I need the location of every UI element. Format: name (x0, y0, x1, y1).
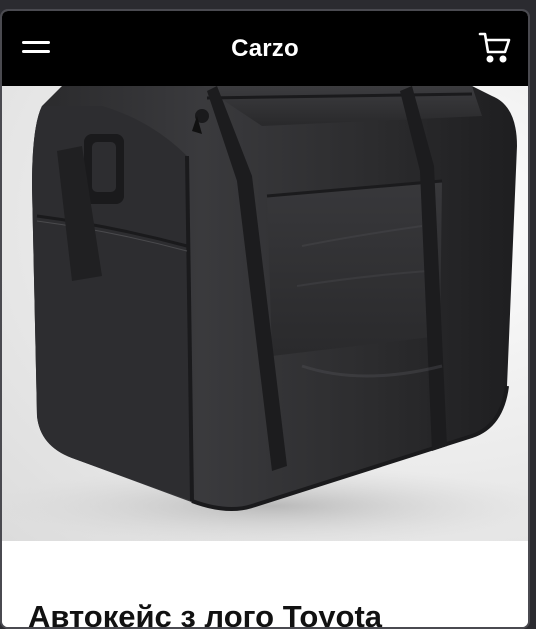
brand-logo[interactable]: Carzo (231, 35, 299, 63)
top-navbar: Carzo (2, 11, 528, 86)
shopping-cart-icon[interactable] (478, 31, 512, 65)
product-info: Автокейс з лого Toyota (2, 541, 528, 629)
product-title: Автокейс з лого Toyota (28, 599, 383, 629)
app-frame: Carzo Автокейс з лого Toyota (0, 9, 530, 629)
product-image (2, 86, 528, 541)
hamburger-menu-icon[interactable] (22, 38, 52, 58)
